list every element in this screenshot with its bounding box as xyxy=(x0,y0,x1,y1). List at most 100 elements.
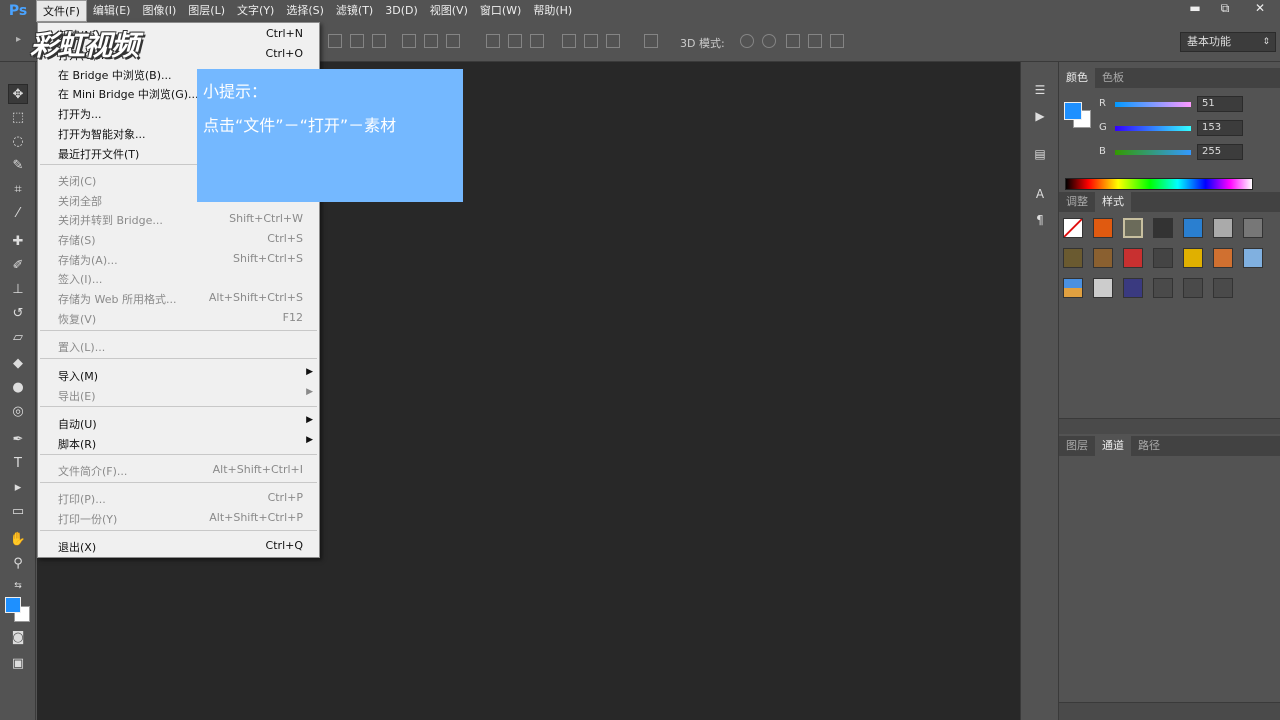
clone-stamp-tool-icon[interactable]: ⊥ xyxy=(8,280,28,300)
style-swatch[interactable] xyxy=(1063,278,1083,298)
slide-3d-icon[interactable] xyxy=(808,34,822,48)
style-swatch[interactable] xyxy=(1123,248,1143,268)
menu-edit[interactable]: 编辑(E) xyxy=(87,0,137,22)
distribute-top-icon[interactable] xyxy=(486,34,500,48)
menu-window[interactable]: 窗口(W) xyxy=(474,0,527,22)
tab-swatches[interactable]: 色板 xyxy=(1095,68,1131,88)
scale-3d-icon[interactable] xyxy=(830,34,844,48)
distribute-vcenter-icon[interactable] xyxy=(508,34,522,48)
tab-styles[interactable]: 样式 xyxy=(1095,192,1131,212)
screen-mode-icon[interactable]: ▣ xyxy=(8,654,28,674)
auto-align-icon[interactable] xyxy=(644,34,658,48)
menu-file[interactable]: 文件(F) xyxy=(36,0,87,22)
crop-tool-icon[interactable]: ⌗ xyxy=(8,180,28,200)
align-hcenter-icon[interactable] xyxy=(424,34,438,48)
brush-tool-icon[interactable]: ✐ xyxy=(8,256,28,276)
dodge-tool-icon[interactable]: ◎ xyxy=(8,402,28,422)
pen-tool-icon[interactable]: ✒ xyxy=(8,430,28,450)
history-panel-icon[interactable]: ☰ xyxy=(1032,82,1048,98)
green-slider[interactable] xyxy=(1115,126,1191,131)
distribute-right-icon[interactable] xyxy=(606,34,620,48)
menu-image[interactable]: 图像(I) xyxy=(136,0,182,22)
align-top-icon[interactable] xyxy=(328,34,342,48)
menu-item-automate[interactable]: 自动(U) ▶ xyxy=(38,413,319,433)
style-swatch[interactable] xyxy=(1213,218,1233,238)
healing-brush-tool-icon[interactable]: ✚ xyxy=(8,232,28,252)
style-swatch[interactable] xyxy=(1123,218,1143,238)
menu-filter[interactable]: 滤镜(T) xyxy=(330,0,379,22)
menu-type[interactable]: 文字(Y) xyxy=(231,0,280,22)
paragraph-panel-icon[interactable]: ¶ xyxy=(1032,212,1048,228)
blue-slider[interactable] xyxy=(1115,150,1191,155)
type-tool-icon[interactable]: T xyxy=(8,454,28,474)
lasso-tool-icon[interactable]: ◌ xyxy=(8,132,28,152)
red-slider[interactable] xyxy=(1115,102,1191,107)
style-swatch[interactable] xyxy=(1153,278,1173,298)
color-panel-foreground[interactable] xyxy=(1064,102,1082,120)
zoom-tool-icon[interactable]: ⚲ xyxy=(8,554,28,574)
restore-icon[interactable]: ⧉ xyxy=(1210,0,1240,18)
distribute-bottom-icon[interactable] xyxy=(530,34,544,48)
quick-select-tool-icon[interactable]: ✎ xyxy=(8,156,28,176)
align-right-icon[interactable] xyxy=(446,34,460,48)
minimize-icon[interactable]: ▬ xyxy=(1180,0,1210,18)
style-swatch[interactable] xyxy=(1093,218,1113,238)
menu-view[interactable]: 视图(V) xyxy=(424,0,474,22)
swap-colors-icon[interactable]: ⇆ xyxy=(8,576,28,596)
eyedropper-tool-icon[interactable]: ⁄ xyxy=(8,204,28,224)
menu-select[interactable]: 选择(S) xyxy=(280,0,330,22)
path-select-tool-icon[interactable]: ▸ xyxy=(8,478,28,498)
menu-item-import[interactable]: 导入(M) ▶ xyxy=(38,365,319,385)
style-swatch[interactable] xyxy=(1093,248,1113,268)
style-swatch[interactable] xyxy=(1243,218,1263,238)
style-swatch[interactable] xyxy=(1153,248,1173,268)
red-value[interactable]: 51 xyxy=(1197,96,1243,112)
tab-channels[interactable]: 通道 xyxy=(1095,436,1131,456)
menu-layer[interactable]: 图层(L) xyxy=(182,0,231,22)
tab-color[interactable]: 颜色 xyxy=(1059,68,1095,88)
align-bottom-icon[interactable] xyxy=(372,34,386,48)
style-swatch[interactable] xyxy=(1063,248,1083,268)
style-swatch[interactable] xyxy=(1153,218,1173,238)
distribute-hcenter-icon[interactable] xyxy=(584,34,598,48)
history-brush-tool-icon[interactable]: ↺ xyxy=(8,304,28,324)
properties-panel-icon[interactable]: ▤ xyxy=(1032,146,1048,162)
character-panel-icon[interactable]: A xyxy=(1032,186,1048,202)
align-left-icon[interactable] xyxy=(402,34,416,48)
move-tool-icon[interactable]: ✥ xyxy=(8,84,28,104)
style-swatch[interactable] xyxy=(1183,278,1203,298)
marquee-tool-icon[interactable]: ⬚ xyxy=(8,108,28,128)
style-swatch[interactable] xyxy=(1213,248,1233,268)
tab-paths[interactable]: 路径 xyxy=(1131,436,1167,456)
hand-tool-icon[interactable]: ✋ xyxy=(8,530,28,550)
roll-3d-icon[interactable] xyxy=(762,34,776,48)
quick-mask-icon[interactable]: ◙ xyxy=(8,628,28,648)
menu-3d[interactable]: 3D(D) xyxy=(379,0,424,22)
style-swatch[interactable] xyxy=(1123,278,1143,298)
blue-value[interactable]: 255 xyxy=(1197,144,1243,160)
style-swatch[interactable] xyxy=(1213,278,1233,298)
move-tool-preset-icon[interactable]: ▸ xyxy=(16,34,26,48)
foreground-color-swatch[interactable] xyxy=(5,597,21,613)
rectangle-tool-icon[interactable]: ▭ xyxy=(8,502,28,522)
menu-item-scripts[interactable]: 脚本(R) ▶ xyxy=(38,433,319,453)
style-swatch[interactable] xyxy=(1183,248,1203,268)
drag-3d-icon[interactable] xyxy=(786,34,800,48)
workspace-select[interactable]: 基本功能 ⇕ xyxy=(1180,32,1276,52)
eraser-tool-icon[interactable]: ▱ xyxy=(8,328,28,348)
green-value[interactable]: 153 xyxy=(1197,120,1243,136)
distribute-left-icon[interactable] xyxy=(562,34,576,48)
blur-tool-icon[interactable]: ● xyxy=(8,378,28,398)
style-swatch[interactable] xyxy=(1243,248,1263,268)
color-spectrum[interactable] xyxy=(1065,178,1253,190)
menu-help[interactable]: 帮助(H) xyxy=(527,0,578,22)
close-icon[interactable]: ✕ xyxy=(1240,0,1280,18)
paint-bucket-tool-icon[interactable]: ◆ xyxy=(8,354,28,374)
tab-layers[interactable]: 图层 xyxy=(1059,436,1095,456)
align-vcenter-icon[interactable] xyxy=(350,34,364,48)
style-swatch[interactable] xyxy=(1183,218,1203,238)
style-none-swatch[interactable] xyxy=(1063,218,1083,238)
style-swatch[interactable] xyxy=(1093,278,1113,298)
tab-adjustments[interactable]: 调整 xyxy=(1059,192,1095,212)
menu-item-exit[interactable]: 退出(X) Ctrl+Q xyxy=(38,536,319,556)
